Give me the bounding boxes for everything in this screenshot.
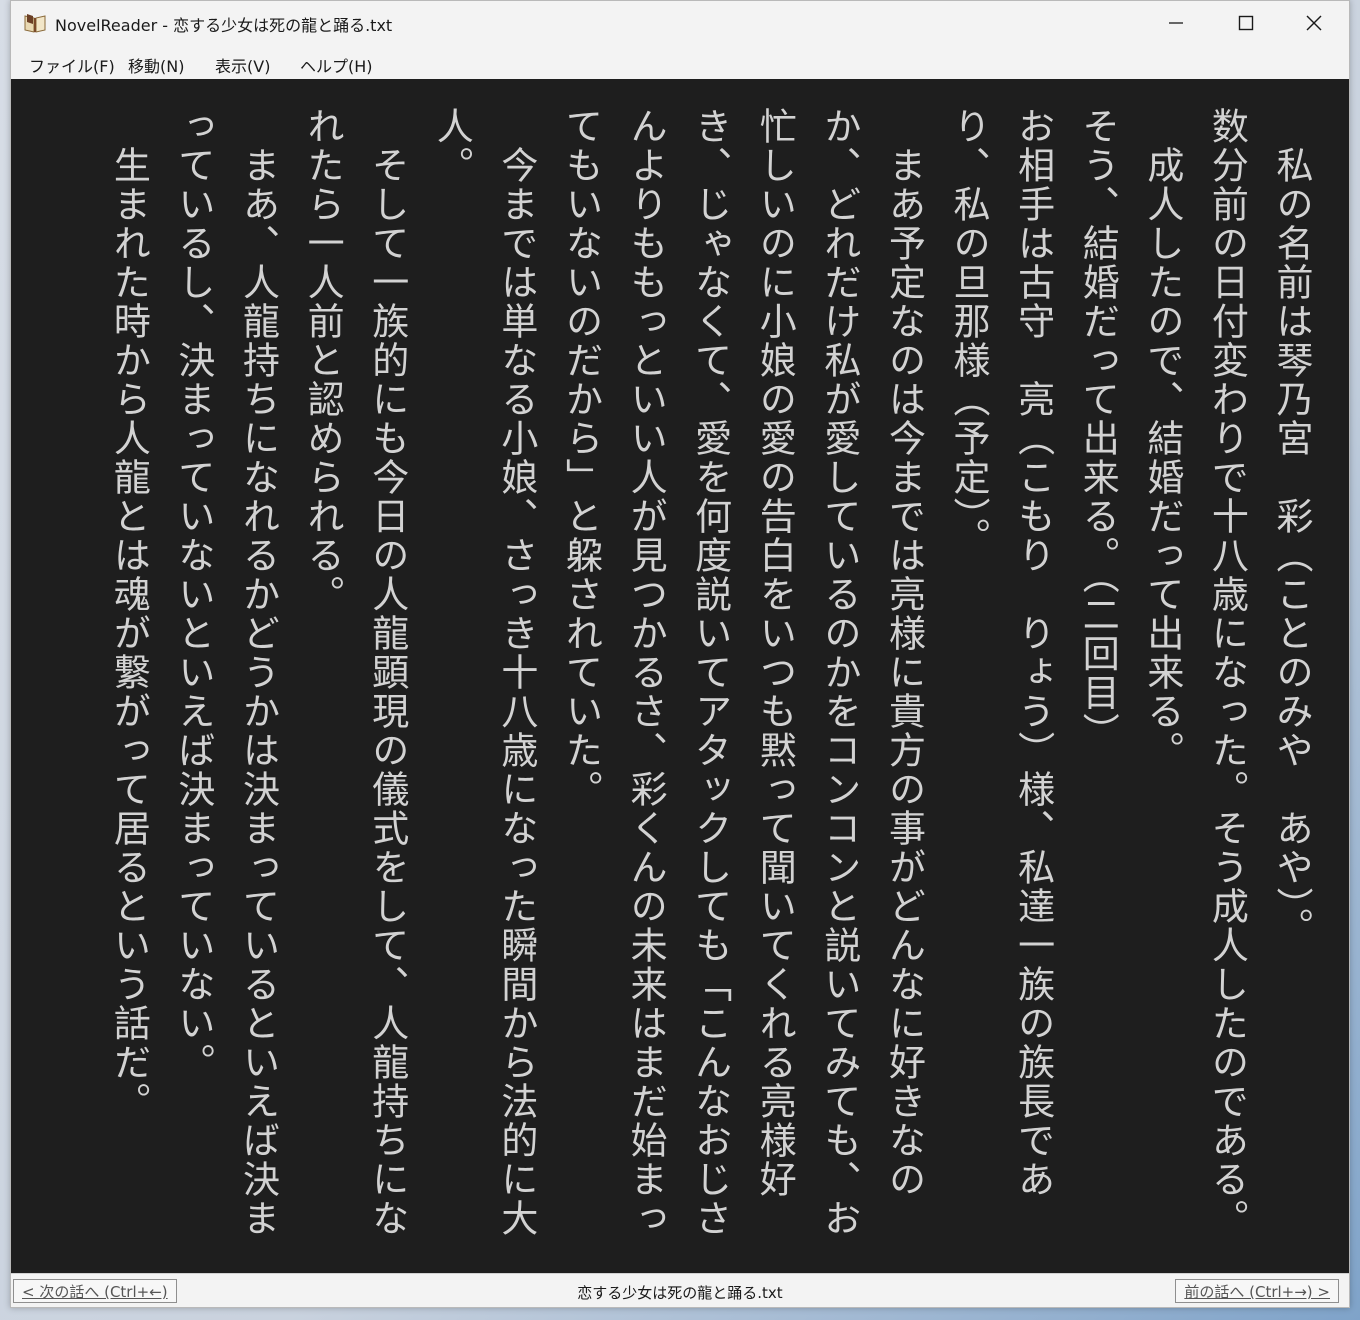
status-bar: < 次の話へ (Ctrl+←) 恋する少女は死の龍と踊る.txt 前の話へ (C… [11, 1273, 1349, 1307]
app-window: NovelReader - 恋する少女は死の龍と踊る.txt ファイル(F) 移… [10, 0, 1350, 1308]
paragraph: 今までは単なる小娘、さっき十八歳になった瞬間から法的に大人。 [430, 107, 538, 1238]
paragraph: お相手は古守 亮（こもり りょう）様、私達一族の族長であり、私の旦那様（予定）。 [947, 107, 1055, 1199]
paragraph: 生まれた時から人龍とは魂が繋がって居るという話だ。 [107, 107, 151, 1121]
paragraph: まあ予定なのは今までは亮様に貴方の事がどんなに好きなのか、どれだけ私が愛している… [559, 107, 926, 1238]
window-title: NovelReader - 恋する少女は死の龍と踊る.txt [55, 16, 393, 35]
maximize-icon [1238, 15, 1254, 31]
novel-text: 私の名前は琴乃宮 彩（ことのみや あや）。 数分前の日付変わりで十八歳になった。… [96, 107, 1323, 1257]
menu-navigate[interactable]: 移動(N) [128, 53, 184, 77]
paragraph: そう、結婚だって出来る。（二回目） [1076, 107, 1120, 752]
file-name: 恋する少女は死の龍と踊る.txt [577, 1284, 783, 1302]
paragraph: 私の名前は琴乃宮 彩（ことのみや あや）。 [1270, 107, 1313, 947]
menu-view[interactable]: 表示(V) [215, 53, 270, 77]
title-bar[interactable]: NovelReader - 恋する少女は死の龍と踊る.txt [11, 1, 1349, 45]
paragraph: まあ、人龍持ちになれるかどうかは決まっているといえば決まっているし、決まっていな… [171, 107, 280, 1238]
reader-pane[interactable]: 私の名前は琴乃宮 彩（ことのみや あや）。 数分前の日付変わりで十八歳になった。… [11, 79, 1349, 1273]
menu-file[interactable]: ファイル(F) [29, 53, 115, 77]
close-button[interactable] [1279, 1, 1349, 45]
minimize-button[interactable] [1141, 1, 1211, 45]
menu-help[interactable]: ヘルプ(H) [300, 53, 373, 77]
maximize-button[interactable] [1211, 1, 1281, 45]
paragraph: 数分前の日付変わりで十八歳になった。そう成人したのである。 [1205, 107, 1249, 1238]
paragraph: そして一族的にも今日の人龍顕現の儀式をして、人龍持ちになれたら一人前と認められる… [301, 107, 409, 1238]
paragraph: 成人したので、結婚だって出来る。 [1140, 107, 1184, 770]
minimize-icon [1169, 22, 1183, 24]
book-icon [23, 12, 47, 34]
menu-bar: ファイル(F) 移動(N) 表示(V) ヘルプ(H) [11, 45, 1349, 79]
close-icon [1306, 15, 1322, 31]
previous-chapter-button[interactable]: 前の話へ (Ctrl+→) > [1175, 1279, 1339, 1303]
